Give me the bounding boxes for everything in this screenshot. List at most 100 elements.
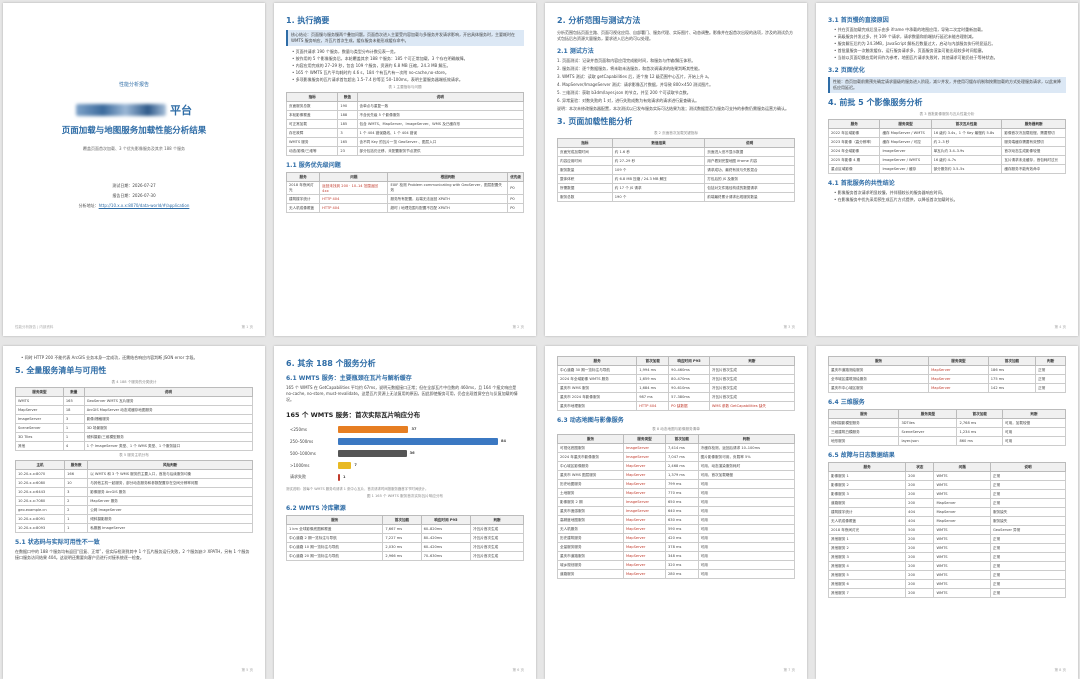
table-caption: 表 4 188 个服务的分类统计 xyxy=(111,380,157,384)
table-row: 重庆市 WMS 服务 1,684 ms 90–610ms 冷瓦片首次生成 xyxy=(556,383,796,393)
table-cell: 正常 xyxy=(989,570,1067,580)
table-cell: 无人机成像覆盖 xyxy=(827,516,907,526)
table-cell: 1,994 ms xyxy=(636,365,670,375)
table-cell: 首次动态生成影像较慢 xyxy=(1001,146,1066,156)
table-row: 其他服务 4 200 WMTS 正常 xyxy=(827,561,1067,571)
table-header-row: 服务类型 数量 说明 xyxy=(15,387,254,397)
chart-bar xyxy=(338,449,407,457)
table-cell: 200 xyxy=(905,498,935,508)
url-link[interactable]: http://10.x.x.x:8070/data-world/#/applic… xyxy=(99,203,190,208)
table-row: 影像服务 2 200 WMTS 正常 xyxy=(827,480,1067,490)
table-cell: 影像服务 2 期 xyxy=(557,497,624,507)
table-row: 10.20.x.x:8070 166 以 WMTS 和 3 个 WMS 服务的主要入… xyxy=(14,469,253,479)
page-footer: 第 2 页 xyxy=(274,325,536,330)
table-cell: 其他服务 6 xyxy=(827,579,907,589)
column-header: 首次瓦片性能 xyxy=(930,119,1003,129)
table-cell: 可用 xyxy=(697,569,796,579)
table-row: 10.20.x.x:8091 1 倾斜摄影服务 xyxy=(14,514,253,524)
table-cell: 165 xyxy=(62,396,85,406)
page-footer: 第 3 页 xyxy=(545,325,807,330)
table-cell: 可用 xyxy=(1001,427,1067,437)
table-cell: MapServer 服务 xyxy=(87,496,253,506)
table-cell: WMTS xyxy=(933,588,991,598)
table-cell: WMTS xyxy=(933,552,991,562)
table-cell: 城乡规划服务 xyxy=(557,560,624,570)
column-header: 服务 xyxy=(556,356,638,366)
table-row: 重庆市 WMS 图层服务 MapServer 1,379 ms 可用，首次加载略慢 xyxy=(557,470,796,480)
column-header: 判断 xyxy=(1035,356,1066,366)
list-item: 内容应用完成的 27–29 秒，包含 109 个服务，资源约 6.8 MB 压缩… xyxy=(292,63,524,69)
table-row: 土地服务 MapServer 770 ms 可用 xyxy=(557,488,796,498)
table-cell: 190 xyxy=(337,101,358,111)
table-cell: 可用 xyxy=(697,506,796,516)
table-cell: ImageServer / 缓存 xyxy=(879,164,932,174)
table-row: 道路服务 200 MapServer 正常 xyxy=(827,498,1067,508)
table-cell: 可用，加载较慢 xyxy=(1001,418,1067,428)
table-cell: 重庆市 2024 年影像服务 xyxy=(556,392,638,402)
table-cell: 公网 ImageServer xyxy=(87,505,253,515)
chart-bar-row: 500–1000ms 36 xyxy=(286,447,524,459)
table-row: 2024 年全域影像 WMTS 服务 1,659 ms 80–470ms 冷瓦片首次生… xyxy=(556,374,796,384)
table-caption: 表 5 服务主机分布 xyxy=(119,453,149,457)
table-cell: 冷瓦片首次生成 xyxy=(708,365,796,375)
section-heading: 4. 前批 5 个影像服务分析 xyxy=(828,98,923,107)
chart-bar-row: >1000ms 7 xyxy=(286,459,524,471)
table-cell: WMTS xyxy=(933,579,991,589)
table-cell: 单瓦片约 3.4–3.9s xyxy=(930,146,1003,156)
table-cell: 10 xyxy=(64,478,89,488)
table-cell: 重庆市道路测绘服务 xyxy=(827,365,930,375)
table-cell: 可用 xyxy=(1001,436,1067,446)
3d-service-table: 服务 服务类型 首次加载 判断 倾斜摄影模型服务 3DTiles 2,768 ms 可用，加载… xyxy=(827,409,1067,446)
table-cell: 200 xyxy=(905,552,935,562)
table-cell: 正常 xyxy=(989,498,1067,508)
table-cell: 200 xyxy=(905,480,935,490)
table-cell: WMTS xyxy=(933,534,991,544)
table-cell: 可视化底图服务 xyxy=(557,443,624,453)
table-row: 中心道路 10 期一览标注与导航 2,030 ms 60–420ms 冷瓦片首次生成 xyxy=(285,542,524,552)
chart-category-label: 请求失败 xyxy=(290,474,306,479)
table-cell: 其他服务 2 xyxy=(827,543,907,553)
table-cell: 可用 xyxy=(697,560,796,570)
body-text: 在数据口中的 188 个服务均有返回“回复、正常”，但实际检测到其中 1 个瓦片… xyxy=(15,549,250,560)
table-row: 2022 年区域影像 缓存 MapServer / WMTS 16 级约 3.4s，… xyxy=(827,128,1066,138)
page-number: 第 7 页 xyxy=(783,668,795,672)
column-header: 数值 xyxy=(337,92,358,102)
table-row: 内容应用时间约 27–29 秒用户看到完整地图 iframe 内容 xyxy=(557,156,795,166)
table-header-row: 服务 服务类型 首次加载 判断 xyxy=(557,434,796,444)
table-cell: 10.20.x.x:8093 xyxy=(14,523,66,533)
table-cell: WMTS xyxy=(933,561,991,571)
table-cell: 1,659 ms xyxy=(636,374,670,384)
subsection-heading: 3.2 页面优化 xyxy=(828,67,865,74)
table-cell: layer.json xyxy=(898,436,958,446)
table-cell: 冷瓦片首次生成 xyxy=(708,383,796,393)
table-cell: EXIF 检测 Problem communicating with GeoSe… xyxy=(387,181,509,195)
column-header: 首次加载 xyxy=(382,515,422,525)
page-6: 6. 其余 188 个服务分析 6.1 WMTS 服务：主要瓶颈在瓦片与解析缓存… xyxy=(274,346,536,679)
table-cell: GeoServer 异常 xyxy=(989,525,1067,535)
table-cell: MapServer xyxy=(928,374,989,384)
table-cell: 冷瓦片首次生成 xyxy=(470,524,524,534)
table-caption: 表 3 首批影像服务与瓦片性能分析 xyxy=(919,112,975,116)
table-cell: 200 xyxy=(905,489,935,499)
table-cell: 中心道路 2 期一览标注与导航 xyxy=(285,533,384,543)
table-cell: 378 ms xyxy=(665,542,699,552)
table-cell: 2018 年夜间灯光 xyxy=(827,525,907,535)
column-header: 说明 xyxy=(356,92,524,102)
table-row: 历史建筑服务 MapServer 420 ms 可用 xyxy=(557,533,796,543)
table-cell: WMTS xyxy=(933,480,991,490)
table-cell: 冷瓦片首次生成 xyxy=(470,551,524,561)
subsection-heading: 6.2 WMTS 冷库聚源 xyxy=(286,505,346,512)
subsection-heading: 2.1 测试方法 xyxy=(557,48,594,55)
page-footer: 性能分析报告 | 内部资料 第 1 页 xyxy=(3,325,265,330)
list-item: 当前以页面切换应用时间作为参考，地图瓦片请求失败时，其他请求可能仍处于等待状态。 xyxy=(834,55,1066,61)
table-row: 三维建筑白模服务 SceneServer 1,234 ms 可用 xyxy=(827,427,1067,437)
highlight-box: 核心结论：页面慢与服务慢两个叠加问题。页面首次进入主要受内容加载与多服务并发请求… xyxy=(286,30,524,46)
column-header: 服务 xyxy=(827,119,881,129)
table-cell: 57–380ms xyxy=(668,392,710,402)
table-cell: 420 ms xyxy=(665,533,699,543)
table-cell: 服务所有配置，后端无法返回 XPATH xyxy=(387,194,509,204)
table-cell: 用户看到完整地图 iframe 内容 xyxy=(704,156,795,166)
table-cell: 3 xyxy=(64,487,89,497)
column-header: 首次加载 xyxy=(987,356,1037,366)
table-cell: 640 ms xyxy=(665,506,699,516)
